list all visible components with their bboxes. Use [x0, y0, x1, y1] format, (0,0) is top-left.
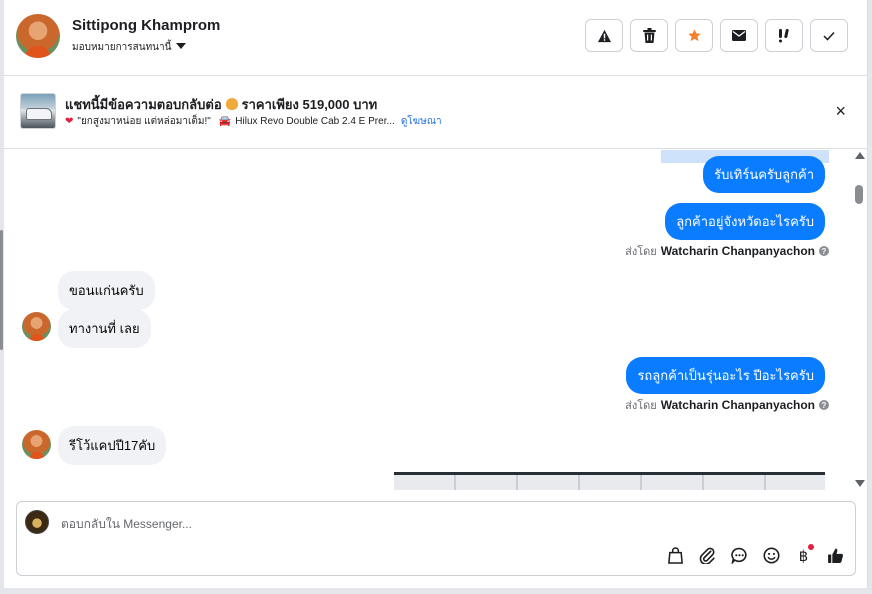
ad-context-bar: แชทนี้มีข้อความตอบกลับต่อ ราคาเพียง 519,0…	[4, 77, 868, 149]
paperclip-icon	[699, 547, 715, 564]
contact-avatar-small[interactable]	[22, 430, 51, 459]
mark-done-button[interactable]	[810, 19, 848, 52]
incoming-message[interactable]: ทางานที่ เลย	[58, 309, 151, 348]
car-icon: 🚘	[218, 116, 232, 127]
ad-title: แชทนี้มีข้อความตอบกลับต่อ ราคาเพียง 519,0…	[65, 94, 377, 115]
scroll-up-arrow[interactable]	[855, 152, 865, 159]
contact-avatar[interactable]	[16, 14, 60, 58]
warning-icon	[597, 29, 611, 42]
sent-by-prefix: ส่งโดย	[625, 400, 657, 412]
chevron-down-icon	[176, 42, 187, 49]
conversation-panel: Sittipong Khamprom มอบหมายการสนทนานี้ แช…	[4, 0, 868, 588]
ad-price: ราคาเพียง 519,000 บาท	[241, 97, 378, 112]
notification-dot	[808, 544, 814, 550]
follow-up-button[interactable]	[765, 19, 803, 52]
star-icon	[687, 29, 701, 42]
contact-avatar-small[interactable]	[22, 312, 51, 341]
scroll-down-arrow[interactable]	[855, 480, 865, 487]
delete-button[interactable]	[630, 19, 668, 52]
conversation-actions	[585, 19, 848, 52]
report-button[interactable]	[585, 19, 623, 52]
attach-button[interactable]	[696, 544, 719, 567]
ad-subtitle: ❤ "ยกสูงมาหน่อย แต่หล่อมาเต็ม!" 🚘 Hilux …	[65, 114, 442, 129]
emoji-icon	[763, 547, 780, 564]
payment-button[interactable]: ฿	[792, 544, 815, 567]
sent-by-label: ส่งโดย Watcharin Chanpanyachon ?	[625, 396, 829, 414]
conversation-header: Sittipong Khamprom มอบหมายการสนทนานี้	[4, 0, 868, 76]
check-icon	[823, 31, 835, 41]
bag-icon	[668, 547, 683, 564]
star-button[interactable]	[675, 19, 713, 52]
sent-by-label: ส่งโดย Watcharin Chanpanyachon ?	[625, 242, 829, 260]
ad-vehicle: Hilux Revo Double Cab 2.4 E Prer...	[235, 116, 395, 127]
assign-conversation-dropdown[interactable]: มอบหมายการสนทนานี้	[72, 40, 187, 55]
contact-name[interactable]: Sittipong Khamprom	[72, 17, 220, 34]
composer-toolbar: ฿	[664, 544, 847, 567]
scrollbar-thumb[interactable]	[855, 185, 863, 204]
incoming-message[interactable]: รีโว้แคปปี17คับ	[58, 426, 167, 465]
exclamation-icon	[779, 29, 789, 43]
sender-name: Watcharin Chanpanyachon	[660, 244, 815, 258]
info-icon[interactable]: ?	[819, 400, 829, 410]
view-ad-link[interactable]: ดูโฆษณา	[401, 114, 442, 129]
window-edge-handle	[0, 230, 3, 350]
shop-button[interactable]	[664, 544, 687, 567]
incoming-message[interactable]: ขอนแก่นครับ	[58, 271, 155, 310]
ad-tagline: "ยกสูงมาหน่อย แต่หล่อมาเต็ม!"	[77, 116, 211, 127]
close-icon[interactable]: ×	[835, 102, 846, 120]
outgoing-message[interactable]: รับเทิร์นครับลูกค้า	[703, 156, 825, 193]
outgoing-message[interactable]: รถลูกค้าเป็นรุ่นอะไร ปีอะไรครับ	[626, 357, 825, 394]
like-button[interactable]	[824, 544, 847, 567]
money-bag-icon	[225, 98, 238, 110]
thumbs-up-icon	[828, 548, 844, 563]
envelope-icon	[732, 30, 746, 41]
reply-composer: ฿	[16, 501, 856, 576]
assign-label: มอบหมายการสนทนานี้	[72, 42, 172, 53]
image-attachment[interactable]	[394, 472, 825, 490]
outgoing-message[interactable]: ลูกค้าอยู่จังหวัดอะไรครับ	[665, 203, 825, 240]
sent-by-prefix: ส่งโดย	[625, 246, 657, 258]
trash-icon	[642, 28, 656, 43]
ad-title-text: แชทนี้มีข้อความตอบกลับต่อ	[65, 97, 222, 112]
saved-replies-button[interactable]	[728, 544, 751, 567]
reply-input[interactable]	[61, 516, 661, 532]
info-icon[interactable]: ?	[819, 246, 829, 256]
emoji-button[interactable]	[760, 544, 783, 567]
ad-thumbnail[interactable]	[20, 93, 56, 129]
message-thread[interactable]: รับเทิร์นครับลูกค้า ลูกค้าอยู่จังหวัดอะไ…	[4, 150, 868, 490]
mark-unread-button[interactable]	[720, 19, 758, 52]
svg-text:฿: ฿	[799, 547, 808, 564]
page-avatar	[25, 510, 49, 534]
heart-icon: ❤	[65, 116, 74, 127]
sender-name: Watcharin Chanpanyachon	[660, 398, 815, 412]
chat-bubble-icon	[731, 547, 747, 564]
